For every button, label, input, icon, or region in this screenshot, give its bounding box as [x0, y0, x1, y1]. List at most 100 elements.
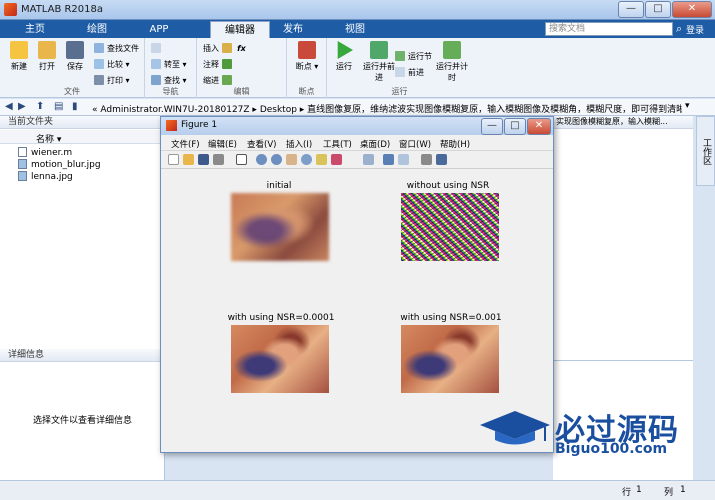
run-time-icon [443, 41, 461, 59]
file-group-label: 文件 [64, 87, 80, 96]
print-figure-icon[interactable] [213, 154, 224, 165]
minimize-button[interactable]: — [618, 1, 644, 18]
figure-menu-bar: 文件(F) 编辑(E) 查看(V) 插入(I) 工具(T) 桌面(D) 窗口(W… [161, 135, 553, 151]
editor-ribbon: 新建 打开 保存 查找文件 比较 ▾ 打印 ▾ 文件 转至 ▾ 查找 ▾ 导航 … [0, 38, 715, 98]
brush-icon[interactable] [331, 154, 342, 165]
menu-file[interactable]: 文件(F) [171, 138, 200, 150]
nav-back-button[interactable] [151, 43, 164, 55]
zoom-in-icon[interactable] [256, 154, 267, 165]
save-button[interactable]: 保存 [60, 41, 90, 72]
workspace-side-tab[interactable]: 工作区 [696, 116, 715, 186]
hide-plot-tools-icon[interactable] [421, 154, 432, 165]
breakpoints-group: 断点 ▾ 断点 [287, 38, 327, 98]
legend-icon[interactable] [398, 154, 409, 165]
figure-logo-icon [166, 120, 177, 131]
matlab-logo-icon [4, 3, 17, 16]
menu-desktop[interactable]: 桌面(D) [360, 138, 390, 150]
image-file-icon [18, 159, 27, 169]
tab-editor[interactable]: 编辑器 [210, 21, 270, 38]
up-folder-icon[interactable]: ⬆ [36, 101, 44, 112]
graduation-cap-icon [480, 411, 550, 445]
current-folder-panel: 当前文件夹 名称 ▾ wiener.m motion_blur.jpg lenn… [0, 116, 165, 480]
figure-title: Figure 1 [181, 120, 218, 130]
breakpoints-button[interactable]: 断点 ▾ [292, 41, 322, 72]
image-file-icon [18, 171, 27, 181]
figure-minimize-button[interactable]: — [481, 118, 503, 135]
folder-icon: ▮ [72, 101, 78, 112]
subplot-title-without-nsr: without using NSR [406, 181, 490, 191]
data-cursor-icon[interactable] [316, 154, 327, 165]
menu-insert[interactable]: 插入(I) [286, 138, 312, 150]
figure-maximize-button[interactable]: □ [504, 118, 526, 135]
menu-tools[interactable]: 工具(T) [323, 138, 352, 150]
col-value: 1 [680, 485, 686, 495]
tab-home[interactable]: 主页 [10, 21, 60, 38]
tab-publish[interactable]: 发布 [268, 21, 318, 38]
status-bar: 行 1 列 1 [0, 480, 715, 500]
rotate-icon[interactable] [301, 154, 312, 165]
comment-button[interactable]: 注释 [203, 59, 235, 71]
comment-icon [221, 59, 232, 69]
advance-button[interactable]: 前进 [395, 67, 424, 79]
current-path[interactable]: « Administrator.WIN7U-20180127Z ▸ Deskto… [92, 102, 682, 115]
menu-window[interactable]: 窗口(W) [399, 138, 431, 150]
maximize-button[interactable]: □ [645, 1, 671, 18]
menu-edit[interactable]: 编辑(E) [208, 138, 237, 150]
edit-group: 插入 fx 注释 缩进 编辑 [197, 38, 287, 98]
figure-toolbar [161, 151, 553, 169]
pan-icon[interactable] [286, 154, 297, 165]
open-file-icon[interactable] [183, 154, 194, 165]
link-plot-icon[interactable] [363, 154, 374, 165]
file-group: 新建 打开 保存 查找文件 比较 ▾ 打印 ▾ 文件 [0, 38, 145, 98]
subplot-image-nsr-0001 [231, 325, 329, 393]
file-item[interactable]: wiener.m [18, 147, 72, 158]
new-figure-icon[interactable] [168, 154, 179, 165]
run-group-label: 运行 [391, 87, 408, 96]
details-title: 详细信息 [0, 349, 164, 362]
run-button[interactable]: 运行 [329, 41, 359, 72]
pointer-icon[interactable] [236, 154, 247, 165]
goto-icon [151, 59, 161, 69]
forward-arrow-icon[interactable]: ▶ [18, 101, 26, 112]
tab-apps[interactable]: APP [134, 21, 184, 38]
find-files-button[interactable]: 查找文件 [94, 43, 139, 55]
file-item[interactable]: lenna.jpg [18, 171, 73, 182]
row-value: 1 [636, 485, 642, 495]
new-button[interactable]: 新建 [4, 41, 34, 72]
menu-view[interactable]: 查看(V) [247, 138, 276, 150]
file-item[interactable]: motion_blur.jpg [18, 159, 101, 170]
figure-title-bar[interactable]: Figure 1 — □ ✕ [161, 117, 553, 135]
open-folder-icon [38, 41, 56, 59]
find-files-icon [94, 43, 104, 53]
tab-plots[interactable]: 绘图 [72, 21, 122, 38]
run-advance-button[interactable]: 运行并前进 [361, 41, 397, 83]
tab-view[interactable]: 视图 [330, 21, 380, 38]
name-column-header[interactable]: 名称 ▾ [0, 130, 164, 145]
menu-help[interactable]: 帮助(H) [440, 138, 470, 150]
details-empty-message: 选择文件以查看详细信息 [32, 416, 132, 426]
indent-icon [221, 75, 232, 85]
save-figure-icon[interactable] [198, 154, 209, 165]
goto-button[interactable]: 转至 ▾ [151, 59, 187, 71]
colorbar-icon[interactable] [383, 154, 394, 165]
login-link[interactable]: 登录 [686, 23, 704, 36]
watermark: 必过源码 Biguo100.com [475, 405, 705, 460]
browse-folder-icon[interactable]: ▤ [54, 101, 63, 112]
show-plot-tools-icon[interactable] [436, 154, 447, 165]
insert-button[interactable]: 插入 fx [203, 43, 246, 55]
path-dropdown-icon[interactable]: ▾ [685, 101, 690, 111]
open-button[interactable]: 打开 [32, 41, 62, 72]
subplot-title-initial: initial [266, 181, 292, 191]
figure-close-button[interactable]: ✕ [527, 118, 551, 135]
find-icon [151, 75, 161, 85]
navigate-group-label: 导航 [162, 87, 179, 96]
compare-button[interactable]: 比较 ▾ [94, 59, 130, 71]
back-arrow-icon[interactable]: ◀ [5, 101, 13, 112]
zoom-out-icon[interactable] [271, 154, 282, 165]
close-button[interactable]: ✕ [672, 1, 712, 18]
figure-window: Figure 1 — □ ✕ 文件(F) 编辑(E) 查看(V) 插入(I) 工… [160, 116, 554, 453]
search-input[interactable]: 搜索文档 [545, 22, 673, 36]
run-time-button[interactable]: 运行并计时 [435, 41, 469, 83]
subplot-image-initial [231, 193, 329, 261]
run-section-button[interactable]: 运行节 [395, 51, 432, 63]
